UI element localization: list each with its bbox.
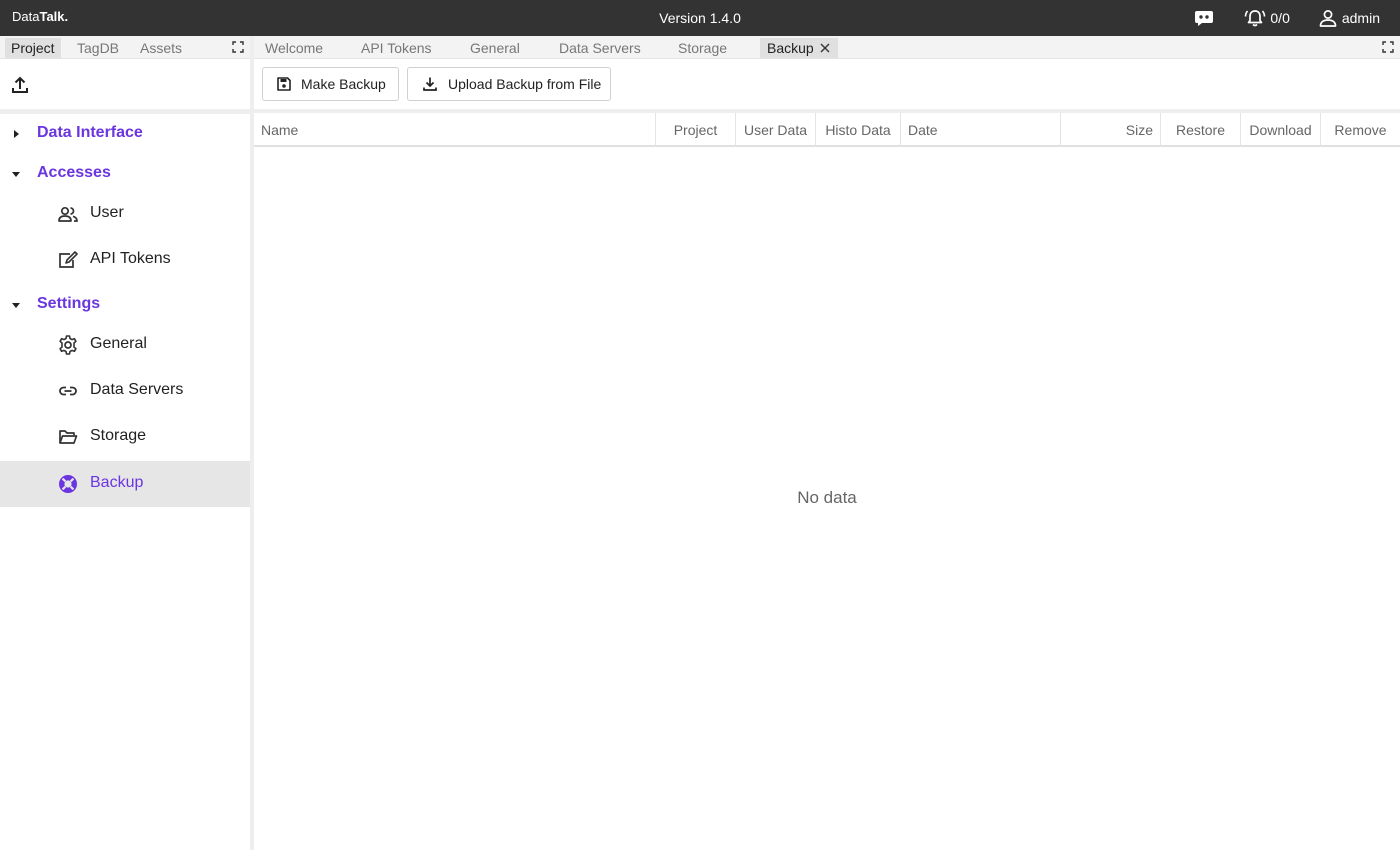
make-backup-button[interactable]: Make Backup <box>262 67 399 101</box>
tab-storage[interactable]: Storage <box>671 38 734 58</box>
user-icon <box>1319 10 1337 27</box>
make-backup-label: Make Backup <box>301 76 386 92</box>
upload-icon[interactable] <box>10 75 30 95</box>
tab-label: General <box>470 40 520 56</box>
column-header-restore[interactable]: Restore <box>1161 113 1241 147</box>
save-icon <box>277 77 291 91</box>
tree-item-general[interactable]: General <box>0 322 250 368</box>
backup-toolbar: Make Backup Upload Backup from File <box>254 59 1400 109</box>
tree-group-label: Settings <box>37 295 101 312</box>
empty-table-message: No data <box>797 488 857 507</box>
user-name: admin <box>1341 10 1380 26</box>
tree-item-backup[interactable]: Backup <box>0 461 250 507</box>
tree-group-settings[interactable]: Settings <box>0 286 250 322</box>
tree-item-label: Data Servers <box>90 381 184 398</box>
column-header-name[interactable]: Name <box>254 113 656 147</box>
column-header-download[interactable]: Download <box>1241 113 1321 147</box>
chat-icon <box>1195 11 1214 26</box>
version-label: Version 1.4.0 <box>659 10 741 26</box>
divider <box>0 109 250 114</box>
upload-backup-button[interactable]: Upload Backup from File <box>407 67 611 101</box>
tab-welcome[interactable]: Welcome <box>258 38 330 58</box>
backup-table-header: Name Project User Data Histo Data Date S… <box>254 113 1400 147</box>
tab-label: Storage <box>678 40 728 56</box>
close-icon[interactable] <box>820 43 830 53</box>
tree-item-label: Backup <box>90 474 144 491</box>
column-header-project[interactable]: Project <box>656 113 736 147</box>
tab-api-tokens[interactable]: API Tokens <box>354 38 439 58</box>
tree-item-storage[interactable]: Storage <box>0 414 250 460</box>
caret-right-icon <box>14 130 19 138</box>
tree-item-label: API Tokens <box>90 250 171 267</box>
tab-label: Welcome <box>265 40 324 56</box>
tab-data-servers[interactable]: Data Servers <box>552 38 648 58</box>
top-bar: DataTalk. Version 1.4.0 0/0 admin <box>0 0 1400 36</box>
tab-label: Backup <box>767 40 814 56</box>
tab-label: API Tokens <box>361 40 432 56</box>
tab-label: Data Servers <box>559 40 641 56</box>
tree-item-user[interactable]: User <box>0 191 250 237</box>
column-header-date[interactable]: Date <box>901 113 1061 147</box>
user-menu-button[interactable]: admin <box>1318 0 1380 36</box>
left-panel: Project TagDB Assets Data Interface Acce… <box>0 36 250 850</box>
maximize-icon[interactable] <box>232 41 244 53</box>
gear-icon <box>59 335 77 355</box>
tree-group-accesses[interactable]: Accesses <box>0 155 250 191</box>
folder-open-icon <box>59 430 78 444</box>
column-header-remove[interactable]: Remove <box>1321 113 1400 147</box>
tab-assets[interactable]: Assets <box>134 38 188 58</box>
tab-project[interactable]: Project <box>5 38 61 58</box>
left-panel-tabs: Project TagDB Assets <box>0 36 250 59</box>
alarm-count: 0/0 <box>1270 10 1290 26</box>
caret-down-icon <box>12 303 20 308</box>
tree-item-label: General <box>90 335 147 352</box>
lifebuoy-icon <box>59 475 77 493</box>
main-area: Welcome API Tokens General Data Servers … <box>254 36 1400 850</box>
maximize-icon[interactable] <box>1382 41 1394 53</box>
token-edit-icon <box>59 251 78 268</box>
tree-item-data-servers[interactable]: Data Servers <box>0 368 250 414</box>
tree-group-data-interface[interactable]: Data Interface <box>0 115 250 151</box>
main-tabs: Welcome API Tokens General Data Servers … <box>254 36 1400 59</box>
tab-tagdb[interactable]: TagDB <box>71 38 125 58</box>
left-panel-toolbar <box>0 59 250 109</box>
tree-item-label: User <box>90 204 124 221</box>
tree-item-api-tokens[interactable]: API Tokens <box>0 237 250 283</box>
column-header-size[interactable]: Size <box>1061 113 1161 147</box>
column-header-user-data[interactable]: User Data <box>736 113 816 147</box>
tab-backup[interactable]: Backup <box>760 38 838 58</box>
tree-item-label: Storage <box>90 427 147 444</box>
column-header-histo-data[interactable]: Histo Data <box>816 113 901 147</box>
alarm-bell-icon <box>1245 10 1266 27</box>
download-icon <box>423 77 437 91</box>
app-logo: DataTalk. <box>12 9 68 24</box>
tree-group-label: Accesses <box>37 164 111 181</box>
brand-light: Data <box>12 9 40 24</box>
upload-backup-label: Upload Backup from File <box>448 76 602 92</box>
users-icon <box>58 206 78 222</box>
tab-general[interactable]: General <box>463 38 527 58</box>
link-icon <box>59 386 77 396</box>
alarm-button[interactable]: 0/0 <box>1244 0 1290 36</box>
caret-down-icon <box>12 172 20 177</box>
tree-group-label: Data Interface <box>37 124 143 141</box>
chat-button[interactable] <box>1194 0 1214 36</box>
brand-bold: Talk. <box>39 9 69 24</box>
